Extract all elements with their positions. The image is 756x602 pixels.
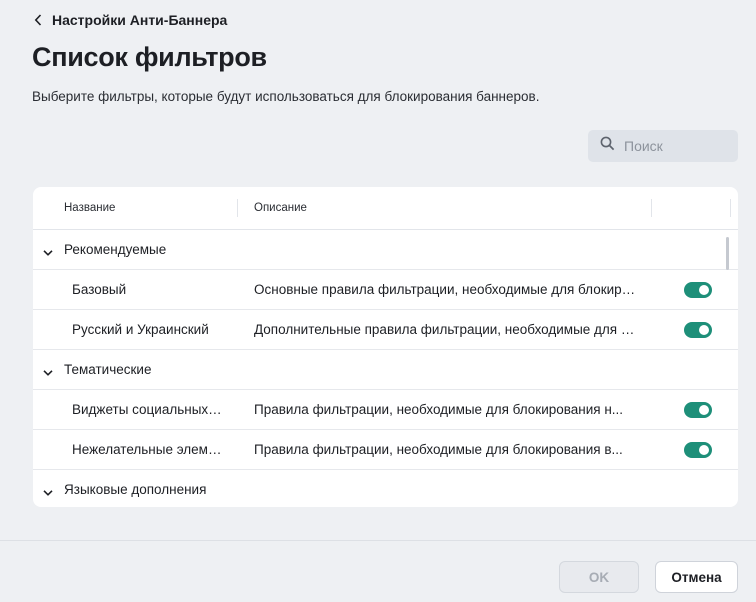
group-label: Рекомендуемые (64, 242, 167, 257)
table-header: Название Описание (33, 187, 738, 230)
filter-description: Правила фильтрации, необходимые для блок… (254, 442, 623, 457)
filter-row[interactable]: Базовый Основные правила фильтрации, необ… (33, 270, 738, 310)
filter-toggle[interactable] (684, 322, 712, 338)
filter-row[interactable]: Виджеты социальных сетей Правила фильтрац… (33, 390, 738, 430)
filter-description: Дополнительные правила фильтрации, необх… (254, 322, 637, 337)
filter-name: Нежелательные элементы (72, 442, 222, 457)
filter-name: Русский и Украинский (72, 322, 209, 337)
group-row[interactable]: Языковые дополнения (33, 470, 738, 507)
filter-toggle[interactable] (684, 282, 712, 298)
chevron-down-icon[interactable] (43, 485, 53, 500)
search-icon (600, 136, 615, 156)
chevron-down-icon[interactable] (43, 245, 53, 260)
ok-button[interactable]: OK (559, 561, 639, 593)
scrollbar[interactable] (726, 237, 729, 270)
filter-toggle[interactable] (684, 402, 712, 418)
footer-divider (0, 540, 756, 541)
filter-row[interactable]: Нежелательные элементы Правила фильтрации… (33, 430, 738, 470)
back-link-label: Настройки Анти-Баннера (52, 12, 228, 28)
page-description: Выберите фильтры, которые будут использо… (32, 89, 540, 104)
chevron-down-icon[interactable] (43, 365, 53, 380)
filter-name: Виджеты социальных сетей (72, 402, 222, 417)
column-header-name[interactable]: Название (64, 202, 115, 214)
filter-name: Базовый (72, 282, 127, 297)
filter-row[interactable]: Русский и Украинский Дополнительные прави… (33, 310, 738, 350)
filters-table: Название Описание Рекомендуемые Базовый Ос… (33, 187, 738, 507)
page-title: Список фильтров (32, 42, 267, 72)
search-box[interactable] (588, 130, 738, 162)
group-label: Тематические (64, 362, 152, 377)
chevron-left-icon (34, 14, 42, 26)
cancel-button[interactable]: Отмена (655, 561, 738, 593)
back-link[interactable]: Настройки Анти-Баннера (34, 11, 227, 29)
column-divider[interactable] (651, 199, 652, 217)
column-header-description[interactable]: Описание (254, 202, 307, 214)
group-row[interactable]: Рекомендуемые (33, 230, 738, 270)
filter-description: Правила фильтрации, необходимые для блок… (254, 402, 624, 417)
filter-description: Основные правила фильтрации, необходимые… (254, 282, 637, 297)
group-label: Языковые дополнения (64, 482, 207, 497)
filter-toggle[interactable] (684, 442, 712, 458)
search-input[interactable] (624, 138, 724, 154)
group-row[interactable]: Тематические (33, 350, 738, 390)
column-divider[interactable] (237, 199, 238, 217)
column-divider[interactable] (730, 199, 731, 217)
